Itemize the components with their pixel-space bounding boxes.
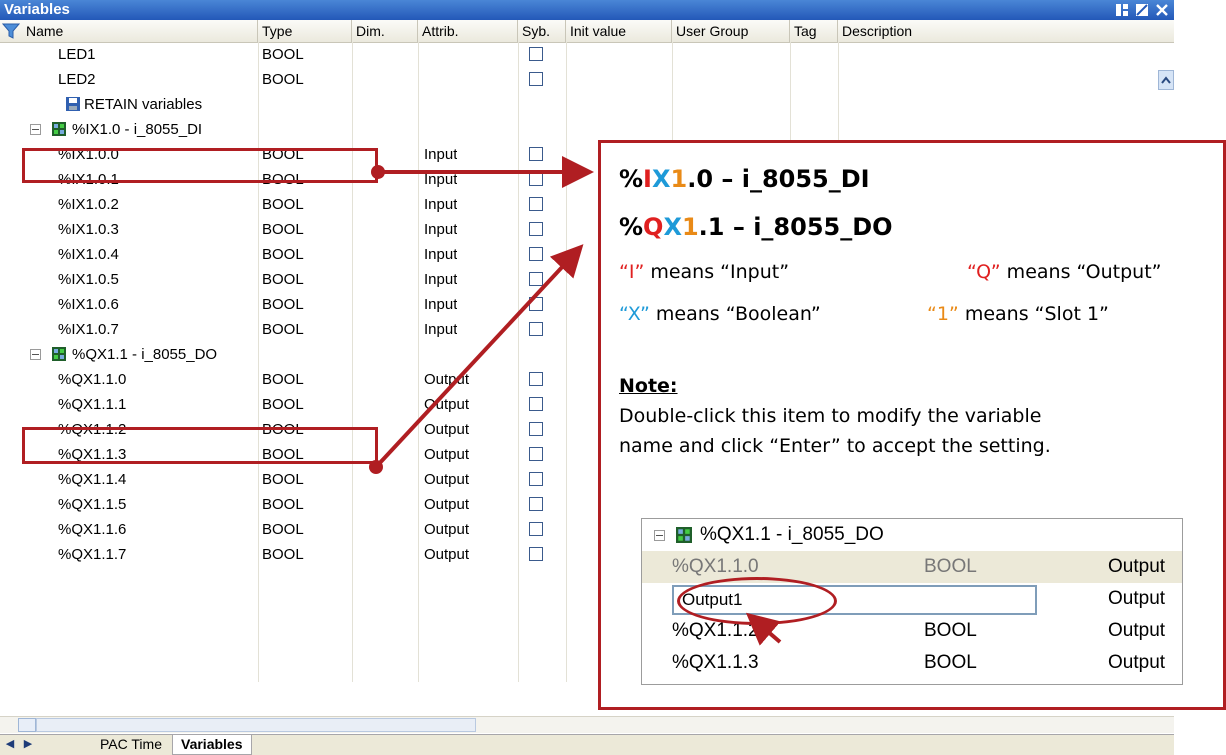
- arrow-do: [374, 244, 584, 469]
- arrow-edit: [745, 612, 782, 646]
- callout-arrows: [369, 156, 782, 646]
